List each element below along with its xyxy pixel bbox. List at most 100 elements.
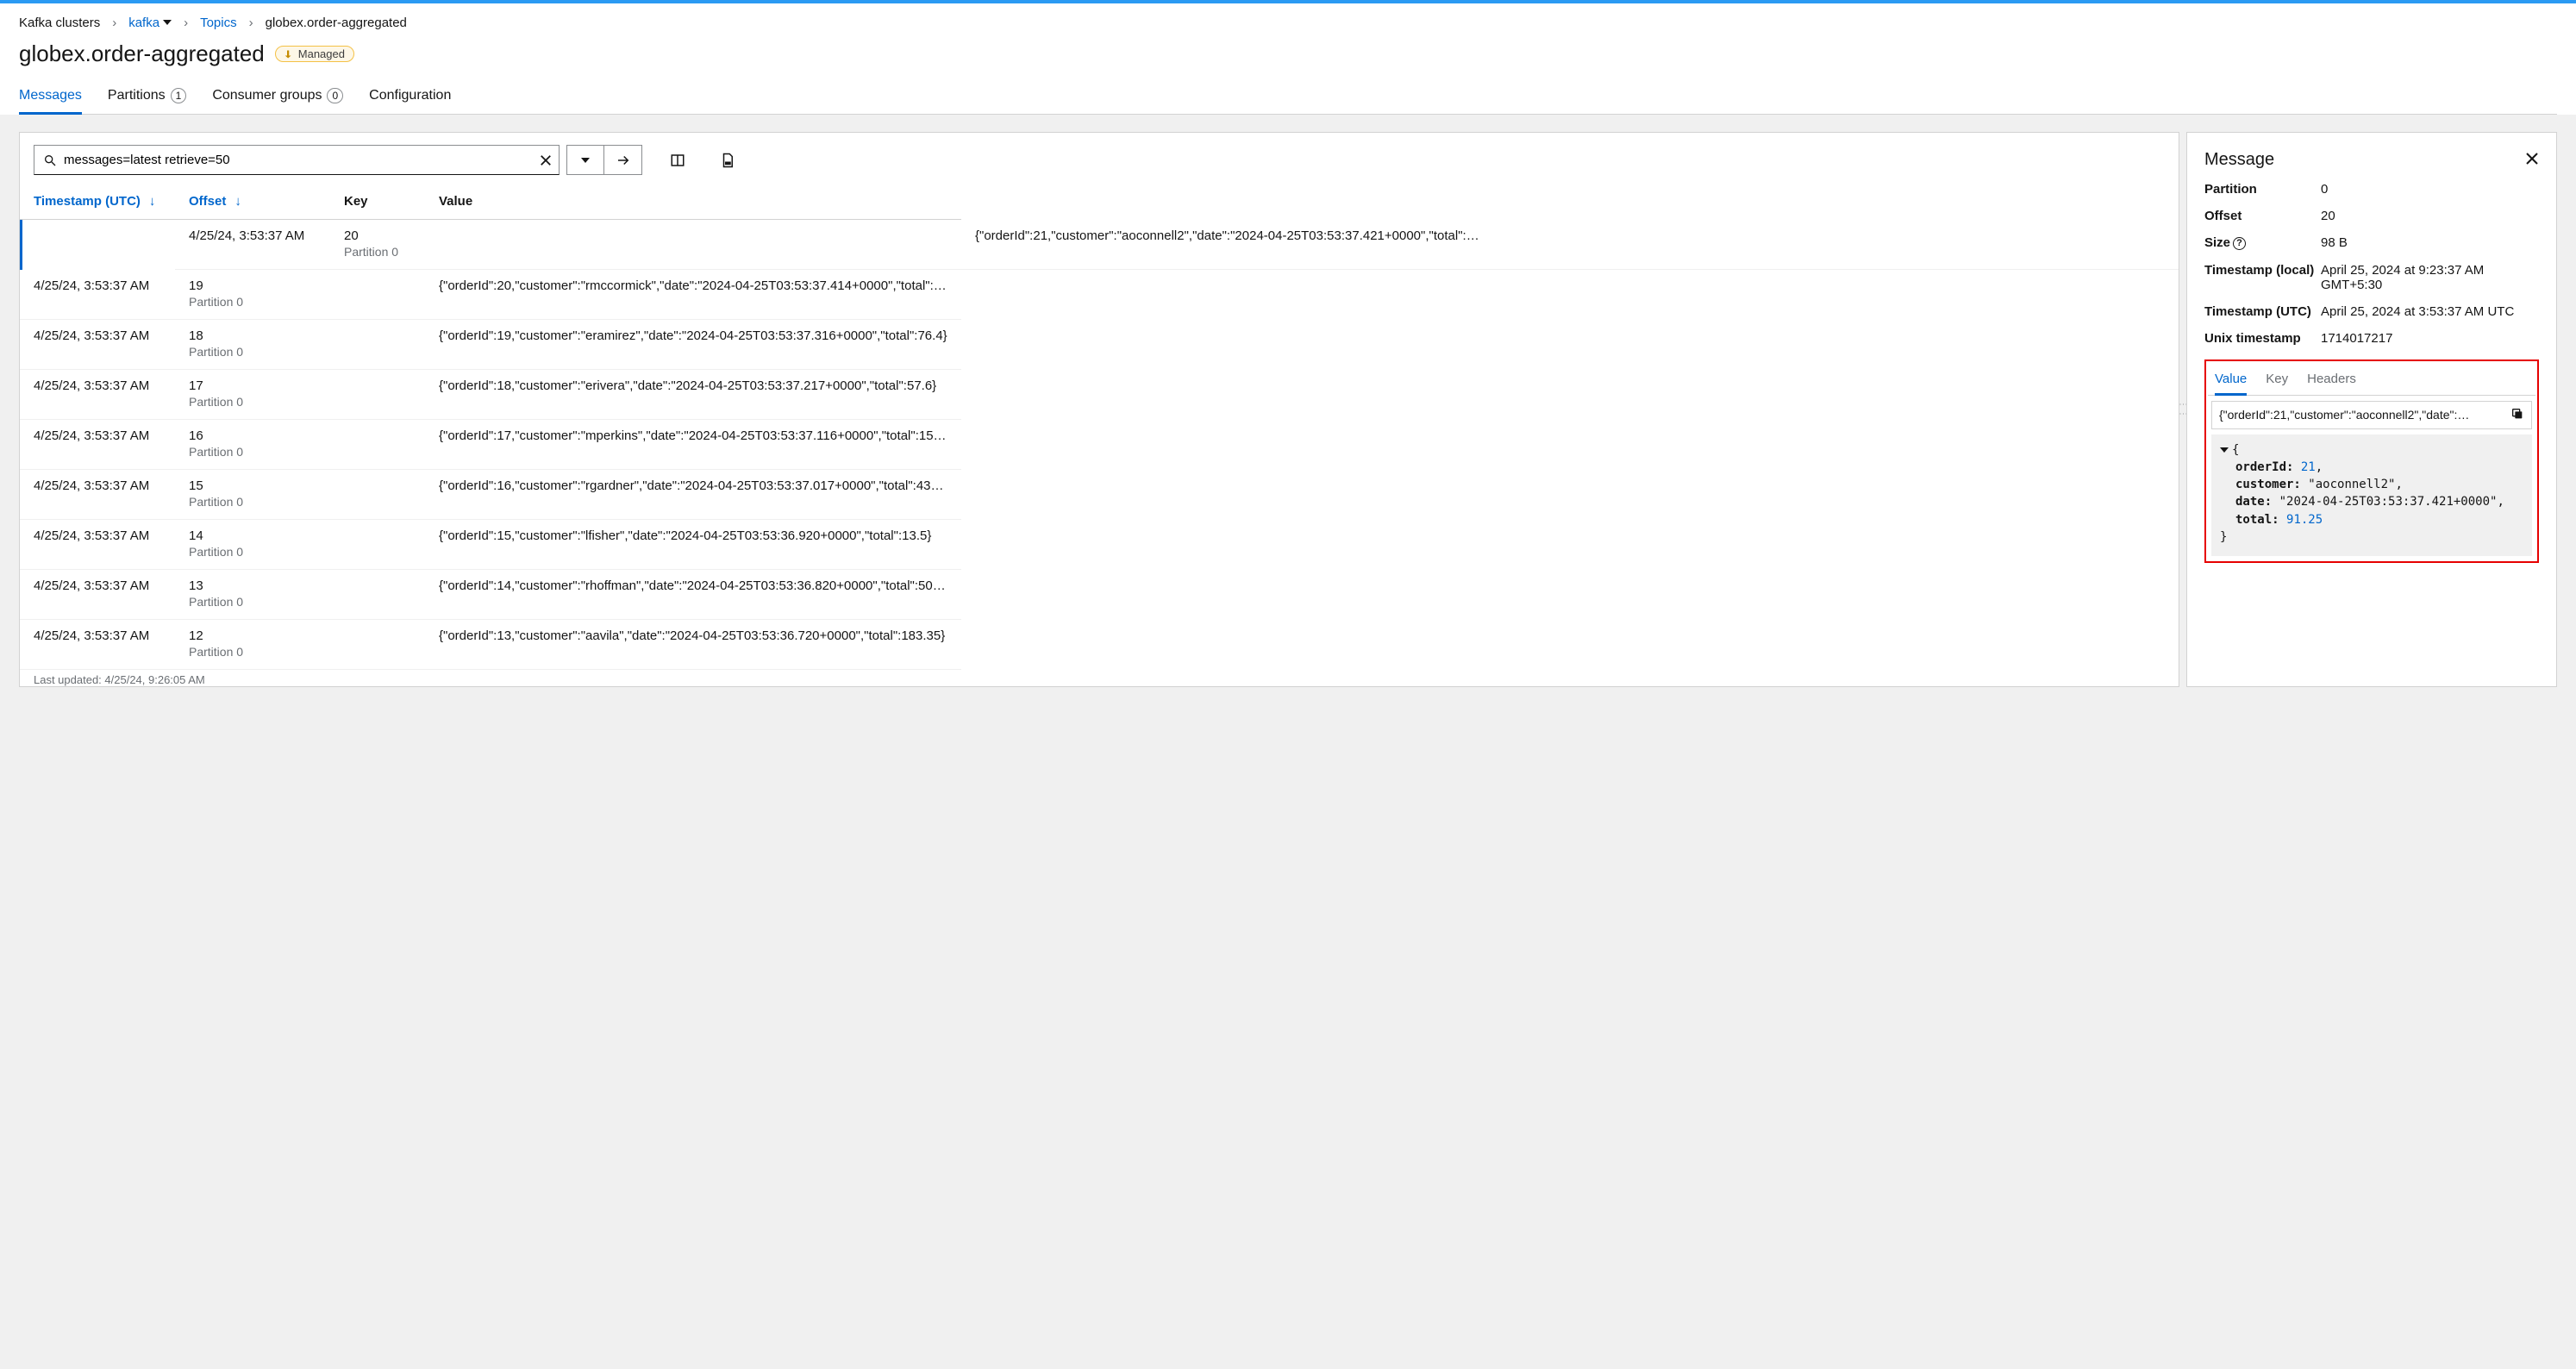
cell-key bbox=[330, 570, 425, 620]
cell-partition: Partition 0 bbox=[189, 493, 316, 516]
value-partition: 0 bbox=[2321, 182, 2539, 197]
table-row[interactable]: 4/25/24, 3:53:37 AM15Partition 0{"orderI… bbox=[20, 470, 2179, 520]
cell-value: {"orderId":19,"customer":"eramirez","dat… bbox=[425, 320, 961, 370]
top-tabs: Messages Partitions 1 Consumer groups 0 … bbox=[19, 81, 2557, 115]
cell-value: {"orderId":21,"customer":"aoconnell2","d… bbox=[961, 220, 2179, 270]
breadcrumb-cluster[interactable]: kafka bbox=[128, 16, 172, 30]
toolbar bbox=[20, 133, 2179, 182]
cell-value: {"orderId":17,"customer":"mperkins","dat… bbox=[425, 420, 961, 470]
cell-value: {"orderId":18,"customer":"erivera","date… bbox=[425, 370, 961, 420]
cell-offset: 18Partition 0 bbox=[175, 320, 330, 370]
cell-partition: Partition 0 bbox=[189, 543, 316, 566]
label-offset: Offset bbox=[2204, 209, 2321, 223]
table-row[interactable]: 4/25/24, 3:53:37 AM19Partition 0{"orderI… bbox=[20, 270, 2179, 320]
table-row[interactable]: 4/25/24, 3:53:37 AM13Partition 0{"orderI… bbox=[20, 570, 2179, 620]
payload-tab-key[interactable]: Key bbox=[2266, 366, 2288, 396]
chevron-down-icon[interactable] bbox=[163, 20, 172, 28]
cell-offset: 17Partition 0 bbox=[175, 370, 330, 420]
payload-tabs: Value Key Headers bbox=[2208, 363, 2535, 396]
managed-badge: Managed bbox=[275, 46, 354, 62]
search-icon bbox=[43, 153, 57, 167]
cell-partition: Partition 0 bbox=[189, 443, 316, 466]
cell-offset: 13Partition 0 bbox=[175, 570, 330, 620]
cell-timestamp: 4/25/24, 3:53:37 AM bbox=[20, 270, 175, 320]
json-key-customer: customer: bbox=[2235, 478, 2301, 491]
cell-offset: 14Partition 0 bbox=[175, 520, 330, 570]
cell-partition: Partition 0 bbox=[344, 243, 411, 266]
value-unix: 1714017217 bbox=[2321, 331, 2539, 346]
cell-offset: 16Partition 0 bbox=[175, 420, 330, 470]
page-title: globex.order-aggregated bbox=[19, 41, 265, 67]
payload-tab-value[interactable]: Value bbox=[2215, 366, 2247, 396]
col-value: Value bbox=[425, 182, 961, 220]
close-icon bbox=[2525, 152, 2539, 166]
table-row[interactable]: 4/25/24, 3:53:37 AM17Partition 0 {"orderI… bbox=[20, 370, 2179, 420]
search-submit-button[interactable] bbox=[604, 145, 642, 175]
value-ts-utc: April 25, 2024 at 3:53:37 AM UTC bbox=[2321, 304, 2539, 319]
cell-timestamp: 4/25/24, 3:53:37 AM bbox=[20, 570, 175, 620]
clear-icon[interactable] bbox=[540, 154, 552, 166]
cell-timestamp: 4/25/24, 3:53:37 AM bbox=[20, 620, 175, 670]
cell-partition: Partition 0 bbox=[189, 293, 316, 316]
caret-down-icon[interactable] bbox=[2220, 447, 2229, 453]
file-csv-icon bbox=[720, 153, 735, 168]
json-val-orderid: 21 bbox=[2301, 460, 2316, 474]
pane-splitter[interactable]: ⋮⋮ bbox=[2179, 132, 2186, 687]
cell-key bbox=[330, 370, 425, 420]
close-panel-button[interactable] bbox=[2525, 152, 2539, 169]
col-timestamp[interactable]: Timestamp (UTC)↓ bbox=[20, 182, 175, 220]
cell-offset: 15Partition 0 bbox=[175, 470, 330, 520]
partitions-count-badge: 1 bbox=[171, 88, 187, 103]
cell-timestamp: 4/25/24, 3:53:37 AM bbox=[20, 320, 175, 370]
tab-consumer-groups[interactable]: Consumer groups 0 bbox=[212, 81, 343, 115]
export-csv-button[interactable] bbox=[713, 146, 742, 175]
message-detail-panel: Message Partition 0 Offset 20 Size? 98 B… bbox=[2186, 132, 2557, 687]
json-val-date: "2024-04-25T03:53:37.421+0000" bbox=[2279, 495, 2498, 509]
table-row[interactable]: 4/25/24, 3:53:37 AM18Partition 0 {"orderI… bbox=[20, 320, 2179, 370]
layout-toggle-button[interactable] bbox=[663, 146, 692, 175]
cell-timestamp: 4/25/24, 3:53:37 AM bbox=[20, 520, 175, 570]
cell-timestamp: 4/25/24, 3:53:37 AM bbox=[20, 420, 175, 470]
payload-box: Value Key Headers {"orderId":21,"custome… bbox=[2204, 359, 2539, 564]
cell-key bbox=[330, 420, 425, 470]
columns-icon bbox=[670, 153, 685, 168]
table-row[interactable]: 4/25/24, 3:53:37 AM12Partition 0{"orderI… bbox=[20, 620, 2179, 670]
breadcrumb-root[interactable]: Kafka clusters bbox=[19, 16, 100, 30]
cell-partition: Partition 0 bbox=[189, 393, 316, 416]
copy-icon bbox=[2510, 407, 2524, 421]
tab-partitions[interactable]: Partitions 1 bbox=[108, 81, 186, 115]
breadcrumb-topics[interactable]: Topics bbox=[200, 16, 237, 30]
json-key-date: date: bbox=[2235, 495, 2272, 509]
table-row[interactable]: 4/25/24, 3:53:37 AM16Partition 0 {"orderI… bbox=[20, 420, 2179, 470]
cell-key bbox=[330, 470, 425, 520]
copy-button[interactable] bbox=[2510, 407, 2524, 423]
breadcrumb-sep-2: › bbox=[184, 16, 188, 30]
raw-value-row: {"orderId":21,"customer":"aoconnell2","d… bbox=[2211, 401, 2532, 429]
arrow-right-icon bbox=[616, 153, 631, 168]
col-key: Key bbox=[330, 182, 425, 220]
cell-timestamp: 4/25/24, 3:53:37 AM bbox=[20, 470, 175, 520]
col-offset[interactable]: Offset↓ bbox=[175, 182, 330, 220]
cell-timestamp: 4/25/24, 3:53:37 AM bbox=[20, 370, 175, 420]
label-ts-utc: Timestamp (UTC) bbox=[2204, 304, 2321, 319]
info-icon[interactable]: ? bbox=[2233, 237, 2246, 250]
cell-offset: 19Partition 0 bbox=[175, 270, 330, 320]
json-key-total: total: bbox=[2235, 513, 2279, 527]
cell-offset: 12Partition 0 bbox=[175, 620, 330, 670]
table-row[interactable]: 4/25/24, 3:53:37 AM14Partition 0{"orderI… bbox=[20, 520, 2179, 570]
payload-tab-headers[interactable]: Headers bbox=[2307, 366, 2356, 396]
json-tree: { orderId: 21, customer: "aoconnell2", d… bbox=[2211, 434, 2532, 557]
breadcrumb-current: globex.order-aggregated bbox=[266, 16, 407, 30]
cell-partition: Partition 0 bbox=[189, 593, 316, 616]
last-updated-label: Last updated: 4/25/24, 9:26:05 AM bbox=[20, 670, 2179, 686]
tab-configuration[interactable]: Configuration bbox=[369, 81, 451, 115]
label-ts-local: Timestamp (local) bbox=[2204, 263, 2321, 292]
raw-value-text: {"orderId":21,"customer":"aoconnell2","d… bbox=[2219, 408, 2504, 422]
level-down-icon bbox=[284, 49, 295, 59]
tab-messages[interactable]: Messages bbox=[19, 81, 82, 115]
search-options-dropdown[interactable] bbox=[566, 145, 604, 175]
header-region: Kafka clusters › kafka › Topics › globex… bbox=[0, 3, 2576, 115]
label-unix: Unix timestamp bbox=[2204, 331, 2321, 346]
table-row[interactable]: 4/25/24, 3:53:37 AM20Partition 0{"orderI… bbox=[20, 220, 2179, 270]
search-input[interactable] bbox=[34, 146, 559, 174]
